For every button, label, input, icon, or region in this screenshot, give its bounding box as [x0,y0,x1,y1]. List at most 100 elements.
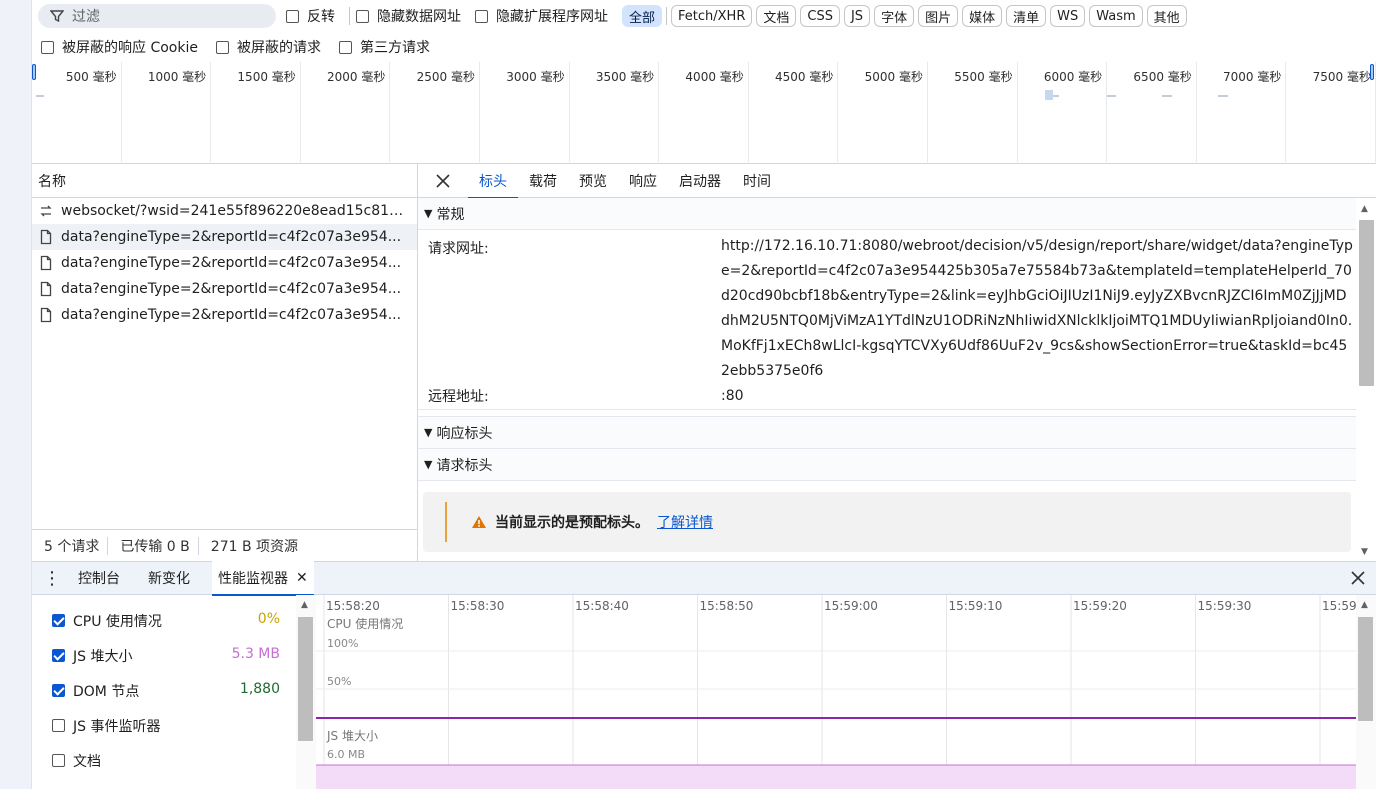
section-general-header[interactable]: ▼ 常规 [418,198,1356,230]
filter-chip-9[interactable]: WS [1050,5,1086,27]
hide-data-urls-checkbox[interactable]: 隐藏数据网址 [356,6,461,26]
detail-tab-4[interactable]: 启动器 [668,164,732,198]
metric-toggle[interactable]: DOM 节点 1,880 [32,673,296,708]
checkbox-box[interactable] [338,40,352,54]
scrollbar-thumb[interactable] [1358,617,1373,721]
filter-icon [50,10,64,23]
heap-chart-title: JS 堆大小 [326,729,378,743]
scrollbar-thumb[interactable] [298,617,313,741]
drawer-tab-label: 性能监视器 [218,571,288,587]
chart-scrollbar[interactable]: ▲ [1356,595,1376,789]
third-party-checkbox[interactable]: 第三方请求 [338,37,430,57]
scroll-up-icon[interactable]: ▲ [1361,204,1368,214]
filter-input[interactable]: 过滤 [38,4,276,28]
filter-chip-0[interactable]: 全部 [622,5,663,27]
metric-checkbox[interactable] [52,649,65,662]
perf-monitor-chart: 15:58:20 15:58:30 15:58:40 15:58:50 15:59:00… [316,595,1357,789]
filter-chip-11[interactable]: 其他 [1146,5,1187,27]
overview-tick-label: 6000 毫秒 [1018,62,1108,162]
metric-toggle[interactable]: CPU 使用情况 0% [32,603,296,638]
request-name: data?engineType=2&reportId=c4f2c07a3e954… [61,281,402,297]
perf-chart-svg: 15:58:20 15:58:30 15:58:40 15:58:50 15:59:00… [316,595,1357,789]
request-row[interactable]: websocket/?wsid=241e55f896220e8ead15c815… [32,198,417,224]
close-drawer-icon[interactable] [1350,570,1366,586]
close-tab-icon[interactable]: ✕ [296,570,308,586]
hide-extension-urls-checkbox[interactable]: 隐藏扩展程序网址 [475,6,608,26]
scroll-up-icon[interactable]: ▲ [1361,600,1368,610]
section-response-headers[interactable]: ▼ 响应标头 [418,417,1356,449]
detail-tab-0[interactable]: 标头 [468,164,518,199]
request-detail-panel: 标头 载荷 预览 响应 启动器 时间 ▼ 常规 请求网址: http://172.16.10… [418,164,1376,561]
metric-checkbox[interactable] [52,614,65,627]
section-title: 请求标头 [436,457,493,474]
filter-chip-3[interactable]: CSS [800,5,840,27]
time-tick-label: 15:58:30 [451,599,505,613]
request-summary-bar: 5 个请求 已传输 0 B 271 B 项资源 [32,529,417,561]
learn-more-link[interactable]: 了解详情 [657,512,713,532]
scrollbar-thumb[interactable] [1359,220,1374,386]
network-overview-timeline[interactable]: 500 毫秒 1000 毫秒 1500 毫秒 2000 毫秒 2500 毫秒 3000 毫… [32,62,1376,164]
detail-tab-3[interactable]: 响应 [618,164,668,198]
resources-size: 271 B 项资源 [210,538,299,555]
detail-tab-5[interactable]: 时间 [732,164,782,198]
filter-chip-7[interactable]: 媒体 [962,5,1003,27]
close-detail-button[interactable] [418,164,468,198]
detail-scrollbar[interactable]: ▲ ▼ [1356,198,1376,561]
request-row[interactable]: data?engineType=2&reportId=c4f2c07a3e954… [32,224,417,250]
filter-chip-5[interactable]: 字体 [874,5,915,27]
metric-checkbox[interactable] [52,754,65,767]
blocked-requests-label: 被屏蔽的请求 [236,40,321,56]
invert-checkbox[interactable]: 反转 [286,6,335,26]
overview-tick-label: 3500 毫秒 [570,62,660,162]
section-request-headers[interactable]: ▼ 请求标头 [418,449,1356,481]
scroll-up-icon[interactable]: ▲ [301,600,308,610]
request-name: data?engineType=2&reportId=c4f2c07a3e954… [61,229,402,245]
blocked-cookies-checkbox[interactable]: 被屏蔽的响应 Cookie [41,37,198,57]
drawer-tabbar: ⋮ 控制台 新变化 性能监视器 ✕ [32,561,1376,596]
remote-address-label: 远程地址: [428,389,489,405]
filter-chip-10[interactable]: Wasm [1089,5,1143,27]
overview-tick-label: 2500 毫秒 [390,62,480,162]
drawer-tab-2[interactable]: 性能监视器 ✕ [212,561,314,596]
metric-toggle[interactable]: JS 事件监听器 [32,708,296,743]
request-url-value[interactable]: http://172.16.10.71:8080/webroot/decisio… [721,234,1355,384]
filter-chip-6[interactable]: 图片 [918,5,959,27]
request-row[interactable]: data?engineType=2&reportId=c4f2c07a3e954… [32,276,417,302]
time-tick-label: 15:58:20 [326,599,380,613]
remote-address-row: 远程地址: :80 [418,384,1356,410]
metric-label: DOM 节点 [73,683,140,700]
metric-toggle[interactable]: 文档 [32,743,296,778]
filter-chip-1[interactable]: Fetch/XHR [671,5,753,27]
request-row[interactable]: data?engineType=2&reportId=c4f2c07a3e954… [32,250,417,276]
checkbox-box[interactable] [475,9,488,23]
checkbox-box[interactable] [286,9,299,23]
metric-checkbox[interactable] [52,719,65,732]
blocked-requests-checkbox[interactable]: 被屏蔽的请求 [215,37,321,57]
detail-tab-2[interactable]: 预览 [568,164,618,198]
checkbox-box[interactable] [356,9,369,23]
time-tick-label: 15:58:40 [575,599,629,613]
more-tools-icon[interactable]: ⋮ [32,561,72,595]
perf-metrics-list: CPU 使用情况 0% JS 堆大小 5.3 MB DOM 节点 1,880 JS 事件监听… [32,595,296,789]
remote-address-value[interactable]: :80 [721,384,1355,409]
filter-chip-2[interactable]: 文档 [756,5,797,27]
scroll-down-icon[interactable]: ▼ [1361,547,1368,557]
request-row[interactable]: data?engineType=2&reportId=c4f2c07a3e954… [32,302,417,328]
blocked-cookies-label: 被屏蔽的响应 Cookie [62,40,198,56]
detail-tab-1[interactable]: 载荷 [518,164,568,198]
checkbox-box[interactable] [215,40,229,54]
drawer-tab-1[interactable]: 新变化 [142,561,196,595]
time-tick-label: 15:59:10 [949,599,1003,613]
filter-chip-8[interactable]: 清单 [1006,5,1047,27]
checkbox-box[interactable] [41,40,54,54]
drawer-tab-0[interactable]: 控制台 [72,561,126,595]
metric-checkbox[interactable] [52,684,65,697]
hide-extension-urls-label: 隐藏扩展程序网址 [496,9,608,25]
column-header-name[interactable]: 名称 [32,164,417,198]
request-url-row: 请求网址: http://172.16.10.71:8080/webroot/d… [418,230,1356,384]
metrics-scrollbar[interactable]: ▲ [296,595,316,789]
filter-placeholder: 过滤 [72,9,100,25]
metric-toggle[interactable]: JS 堆大小 5.3 MB [32,638,296,673]
filter-chip-4[interactable]: JS [843,5,871,27]
overview-tick-label: 5500 毫秒 [928,62,1018,162]
